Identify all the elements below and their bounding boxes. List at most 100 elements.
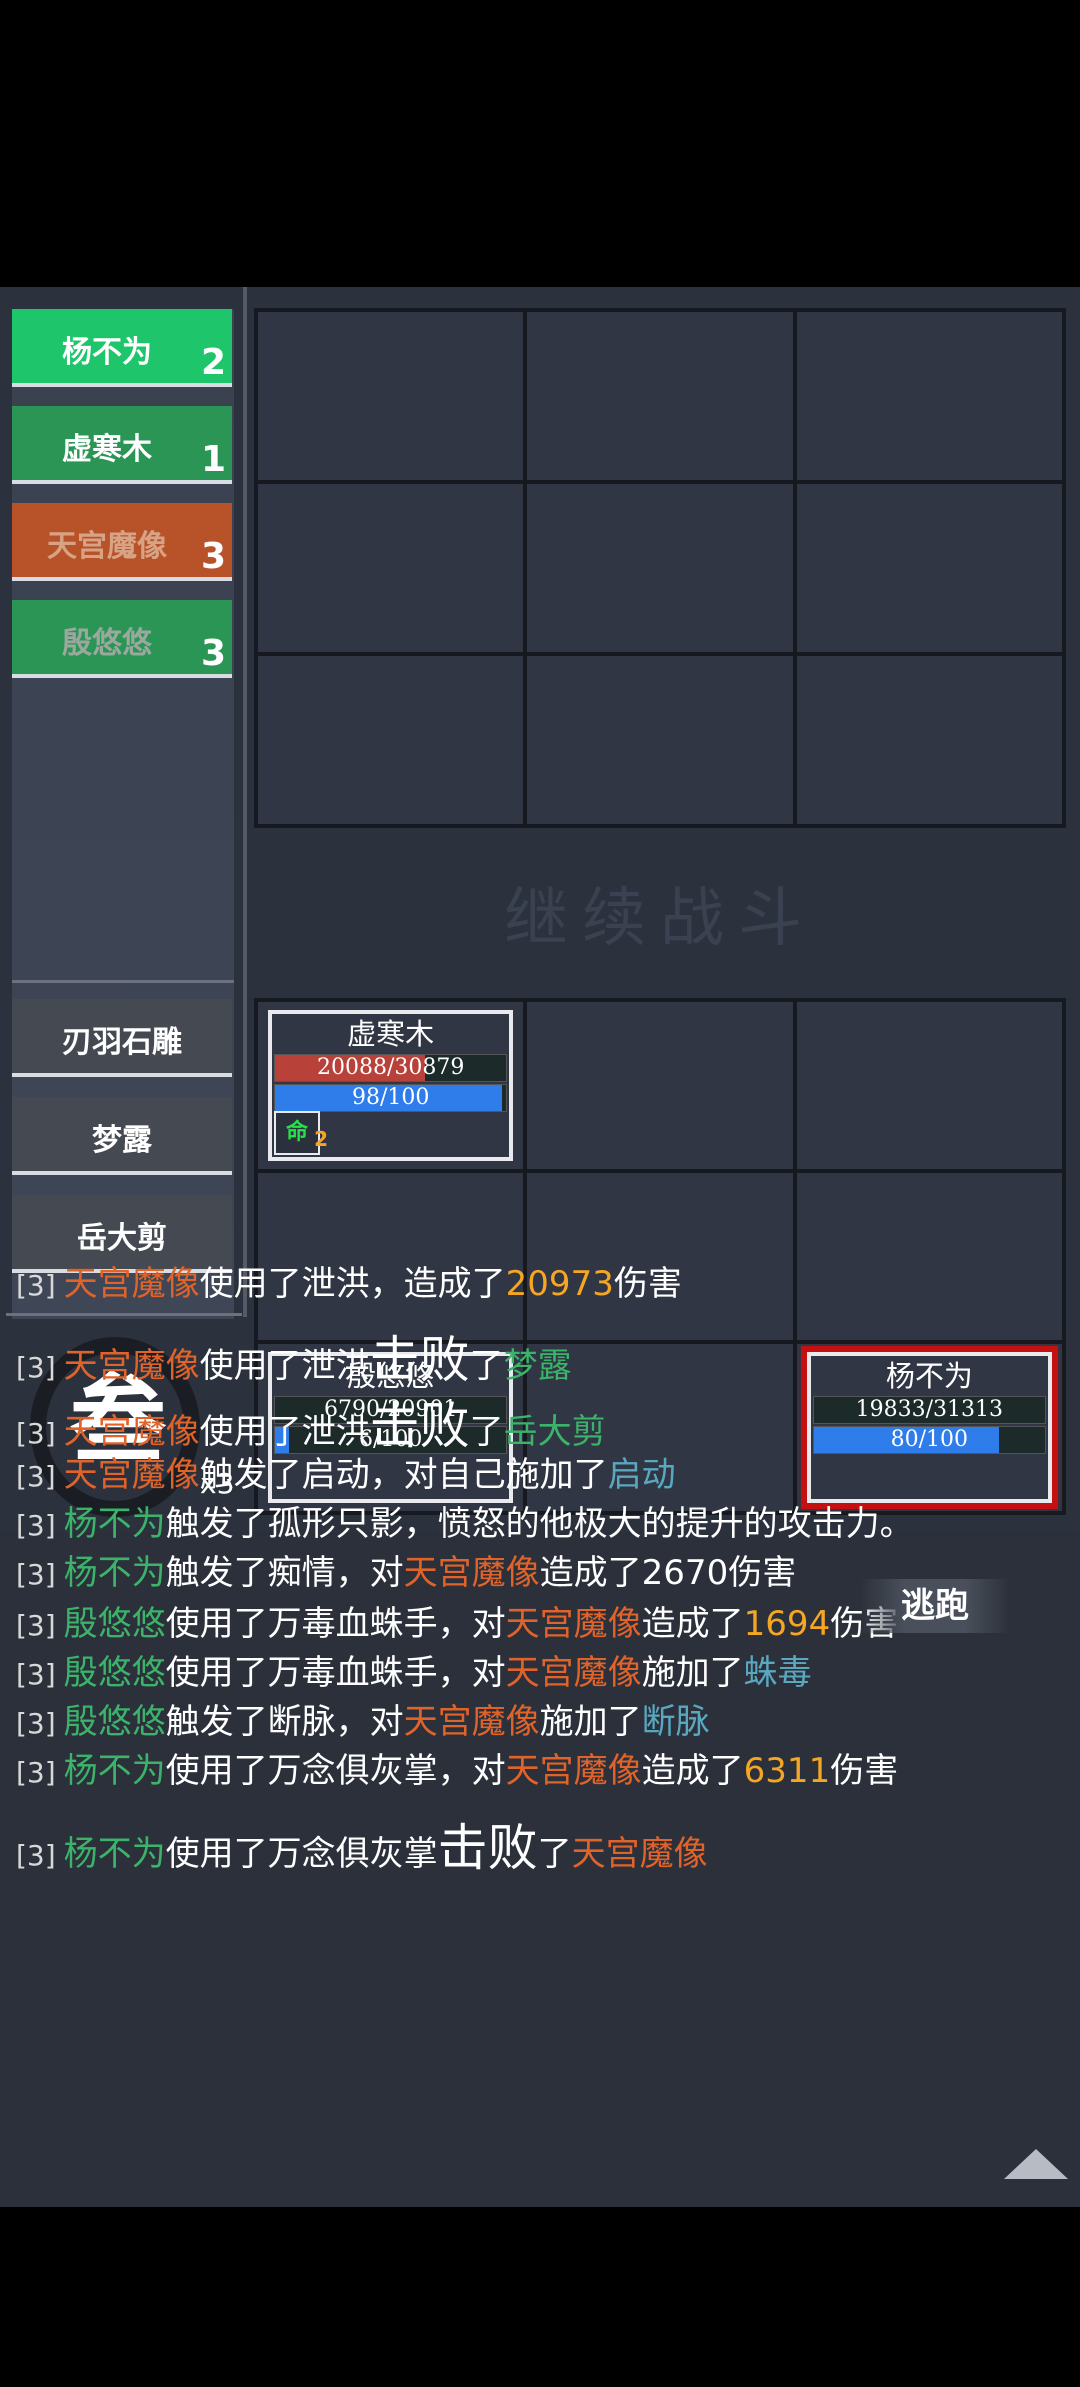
scroll-up-arrow-icon[interactable]: [1004, 2149, 1068, 2179]
battle-log[interactable]: [3] 天宫魔像使用了泄洪，造成了20973伤害 [3] 天宫魔像使用了泄洪击败了梦露…: [0, 1264, 1080, 2207]
grid-cell[interactable]: [258, 484, 524, 652]
energy-bar: 98/100: [274, 1084, 508, 1112]
log-text-segment: 施加了: [641, 1653, 744, 1693]
log-text-segment: 使用了泄洪: [199, 1346, 370, 1386]
log-text-segment: 使用了泄洪: [199, 1412, 370, 1452]
log-line: [3] 殷悠悠触发了断脉，对天宫魔像施加了断脉: [16, 1694, 710, 1743]
hp-bar: 19833/31313: [812, 1396, 1046, 1424]
grid-cell[interactable]: [258, 656, 524, 824]
grid-cell[interactable]: [258, 312, 524, 480]
grid-cell[interactable]: [796, 1173, 1062, 1340]
log-text-segment: 6311: [743, 1751, 831, 1791]
grid-cell[interactable]: 杨不为 19833/31313 80/100: [796, 1344, 1062, 1511]
unit-card-yangbuwei[interactable]: 杨不为 19833/31313 80/100: [800, 1346, 1059, 1509]
defeated-item[interactable]: 梦露: [12, 1097, 232, 1175]
buff-label: 命: [285, 1120, 308, 1145]
continue-battle-button[interactable]: 继续战斗: [254, 867, 1066, 959]
log-text-segment: 天宫魔像: [63, 1412, 200, 1452]
grid-cell[interactable]: [796, 656, 1062, 824]
grid-cell[interactable]: 虚寒木 20088/30879 98/100 命 2: [258, 1002, 524, 1169]
grid-cell[interactable]: [796, 312, 1062, 480]
log-text-segment: 触发了孤形只影，愤怒的他极大的提升的攻击力。: [165, 1504, 914, 1544]
enemy-grid: [254, 308, 1066, 828]
log-text-segment: 天宫魔像: [63, 1455, 200, 1495]
log-line: [3] 殷悠悠使用了万毒血蛛手，对天宫魔像施加了蛛毒: [16, 1645, 812, 1694]
log-round-index: [3]: [16, 1839, 56, 1872]
log-text-segment: 20973: [505, 1264, 614, 1304]
log-text-segment: 了: [469, 1346, 504, 1386]
buff-icon[interactable]: 命 2: [274, 1111, 328, 1155]
log-text-segment: 天宫魔像: [505, 1751, 642, 1791]
turn-item-number: 1: [200, 439, 226, 480]
log-text-segment: 天宫魔像: [571, 1834, 708, 1874]
log-text-segment: 使用了万念俱灰掌，对: [165, 1751, 506, 1791]
log-text-segment: 使用了泄洪，造成了: [199, 1264, 506, 1304]
log-text-segment: 击败: [437, 1819, 538, 1877]
log-text-segment: 杨不为: [63, 1751, 166, 1791]
unit-card-xuhanmu[interactable]: 虚寒木 20088/30879 98/100 命 2: [268, 1010, 514, 1161]
log-text-segment: 杨不为: [63, 1834, 166, 1874]
grid-cell[interactable]: [527, 656, 793, 824]
log-text-segment: 殷悠悠: [63, 1604, 166, 1644]
log-line: [3] 天宫魔像触发了启动，对自己施加了启动: [16, 1447, 676, 1496]
log-text-segment: 施加了: [539, 1702, 642, 1742]
log-line: [3]殷悠悠使用了万毒血蛛手，对天宫魔像造成了1694伤害: [16, 1596, 898, 1645]
grid-cell[interactable]: [527, 312, 793, 480]
log-text-segment: 殷悠悠: [63, 1702, 166, 1742]
turn-item-yinyouyou[interactable]: 殷悠悠 3: [12, 600, 232, 678]
turn-item-xuhanmu[interactable]: 虚寒木 1: [12, 406, 232, 484]
grid-cell[interactable]: [527, 1002, 793, 1169]
log-round-index: [3]: [16, 1658, 56, 1691]
grid-cell[interactable]: [527, 484, 793, 652]
log-round-index: [3]: [16, 1756, 56, 1789]
log-text-segment: 1694: [743, 1604, 831, 1644]
log-line: [3] 杨不为使用了万念俱灰掌，对天宫魔像造成了6311伤害: [16, 1743, 898, 1792]
log-round-index: [3]: [16, 1609, 56, 1642]
log-line: [3] 天宫魔像使用了泄洪击败了梦露: [16, 1320, 572, 1392]
log-round-index: [3]: [16, 1707, 56, 1740]
turn-divider: [12, 980, 234, 983]
log-text-segment: 伤害: [613, 1264, 682, 1304]
energy-value: 80/100: [890, 1427, 969, 1452]
log-text-segment: 使用了万毒血蛛手，对: [165, 1604, 506, 1644]
log-text-segment: 造成了2670伤害: [539, 1553, 797, 1593]
log-text-segment: 断脉: [641, 1702, 710, 1742]
turn-item-yangbuwei[interactable]: 杨不为 2: [12, 309, 232, 387]
turn-item-number: 2: [200, 342, 226, 383]
log-text-segment: 天宫魔像: [63, 1264, 200, 1304]
log-text-segment: 使用了万念俱灰掌: [165, 1834, 438, 1874]
unit-name: 虚寒木: [347, 1017, 435, 1051]
log-text-segment: 杨不为: [63, 1553, 166, 1593]
log-text-segment: 造成了: [641, 1751, 744, 1791]
log-text-segment: 击败: [369, 1331, 470, 1389]
log-round-index: [3]: [16, 1460, 56, 1493]
log-text-segment: 杨不为: [63, 1504, 166, 1544]
turn-item-name: 殷悠悠: [62, 626, 152, 661]
defeated-item[interactable]: 刃羽石雕: [12, 999, 232, 1077]
log-text-segment: 梦露: [503, 1346, 572, 1386]
log-round-index: [3]: [16, 1417, 56, 1450]
log-text-segment: 使用了万毒血蛛手，对: [165, 1653, 506, 1693]
log-text-segment: 天宫魔像: [403, 1702, 540, 1742]
log-text-segment: 天宫魔像: [63, 1346, 200, 1386]
log-round-index: [3]: [16, 1509, 56, 1542]
turn-item-tiangongmoxiang[interactable]: 天宫魔像 3: [12, 503, 232, 581]
log-text-segment: 造成了: [641, 1604, 744, 1644]
turn-item-name: 虚寒木: [62, 432, 152, 467]
log-text-segment: 殷悠悠: [63, 1653, 166, 1693]
flee-button[interactable]: 逃跑: [860, 1579, 1010, 1633]
battle-screen: 杨不为 2 虚寒木 1 天宫魔像 3 殷悠悠 3 刃羽石雕 梦露 岳大剪 继续战…: [0, 287, 1080, 2207]
log-text-segment: 触发了启动，对自己施加了: [199, 1455, 608, 1495]
log-text-segment: 天宫魔像: [403, 1553, 540, 1593]
turn-item-number: 3: [200, 633, 226, 674]
unit-name: 杨不为: [885, 1359, 973, 1393]
panel-divider: [6, 1313, 242, 1316]
turn-item-number: 3: [200, 536, 226, 577]
hp-value: 20088/30879: [316, 1055, 465, 1080]
log-text-segment: 触发了痴情，对: [165, 1553, 404, 1593]
grid-cell[interactable]: [796, 484, 1062, 652]
turn-item-name: 杨不为: [62, 335, 152, 370]
log-text-segment: 了: [537, 1834, 572, 1874]
log-text-segment: 岳大剪: [503, 1412, 606, 1452]
grid-cell[interactable]: [796, 1002, 1062, 1169]
